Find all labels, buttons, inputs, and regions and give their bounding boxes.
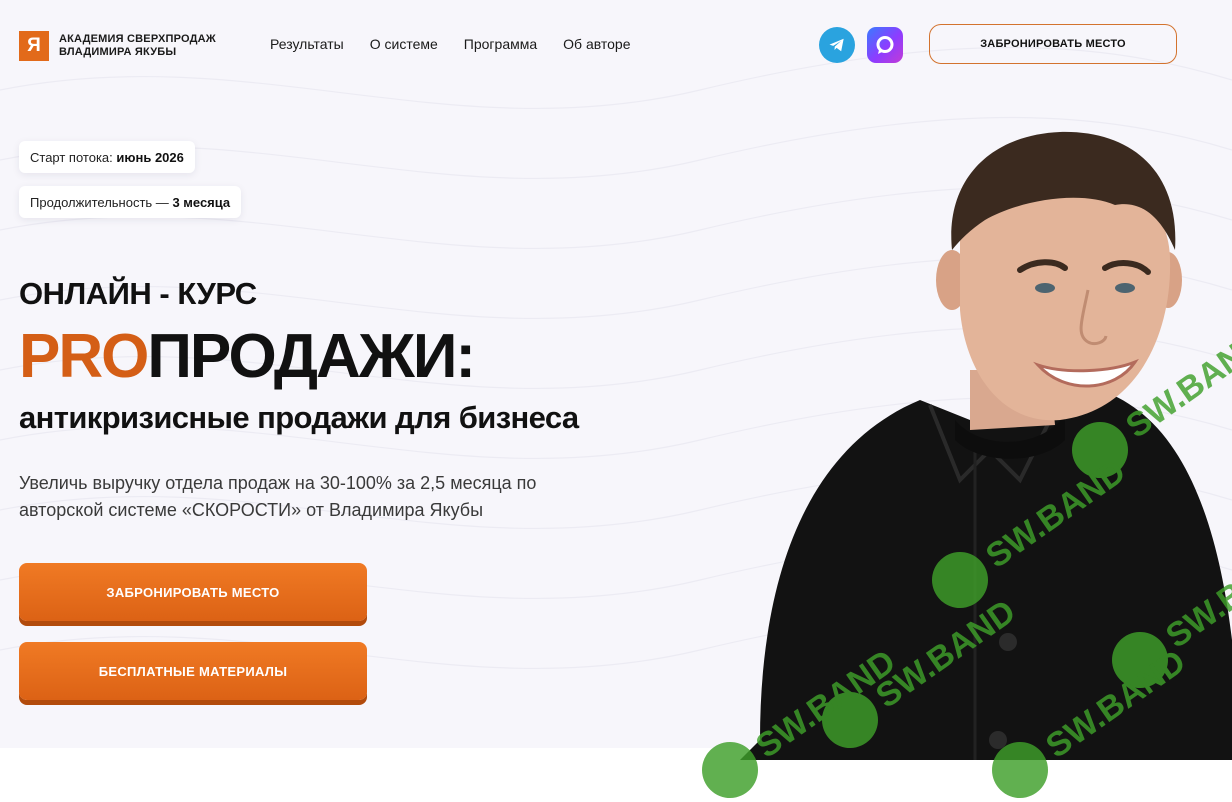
nav-item-system[interactable]: О системе <box>370 36 438 52</box>
logo-line-1: АКАДЕМИЯ СВЕРХПРОДАЖ <box>59 33 216 45</box>
telegram-icon[interactable] <box>819 27 855 63</box>
author-photo <box>740 131 1232 760</box>
nav-item-results[interactable]: Результаты <box>270 36 344 52</box>
hero-description: Увеличь выручку отдела продаж на 30-100%… <box>19 473 537 520</box>
max-messenger-icon[interactable] <box>867 27 903 63</box>
duration-label: Продолжительность — <box>30 194 169 210</box>
duration-value: 3 месяца <box>172 194 231 210</box>
telegram-plane-icon <box>829 38 844 52</box>
title-main: ПРОДАЖИ: <box>147 322 476 391</box>
brand-logo[interactable]: Я АКАДЕМИЯ СВЕРХПРОДАЖ ВЛАДИМИРА ЯКУБЫ <box>19 31 216 61</box>
logo-mark: Я <box>19 31 49 61</box>
main-nav: Результаты О системе Программа Об авторе <box>270 36 630 52</box>
book-place-button[interactable]: ЗАБРОНИРОВАТЬ МЕСТО <box>19 563 367 621</box>
nav-item-program[interactable]: Программа <box>464 36 537 52</box>
page-title: PROПРОДАЖИ: <box>19 322 476 392</box>
start-label: Старт потока: <box>30 149 113 165</box>
nav-item-author[interactable]: Об авторе <box>563 36 630 52</box>
logo-text: АКАДЕМИЯ СВЕРХПРОДАЖ ВЛАДИМИРА ЯКУБЫ <box>59 33 216 59</box>
free-materials-button[interactable]: БЕСПЛАТНЫЕ МАТЕРИАЛЫ <box>19 642 367 700</box>
course-kicker: ОНЛАЙН - КУРС <box>19 276 257 311</box>
page-subtitle: антикризисные продажи для бизнеса <box>19 400 579 435</box>
start-date-badge: Старт потока: июнь 2026 <box>19 141 195 173</box>
start-value: июнь 2026 <box>116 149 184 165</box>
logo-line-2: ВЛАДИМИРА ЯКУБЫ <box>59 46 177 58</box>
header-book-button[interactable]: ЗАБРОНИРОВАТЬ МЕСТО <box>929 24 1177 64</box>
max-logo-icon <box>876 36 894 54</box>
duration-badge: Продолжительность — 3 месяца <box>19 186 242 218</box>
title-accent: PRO <box>19 322 149 391</box>
